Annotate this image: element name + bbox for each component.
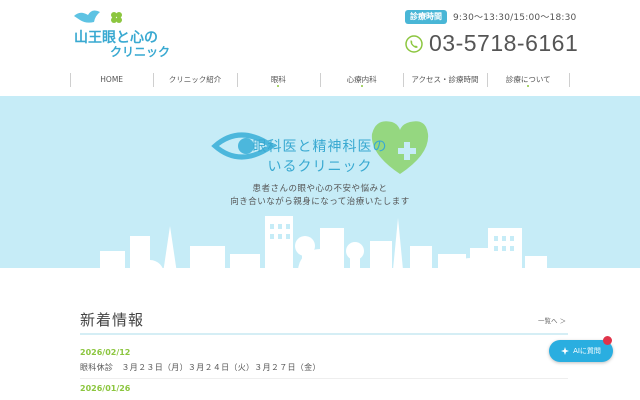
news-heading-rule	[80, 333, 568, 335]
nav-item-about-treatment[interactable]: 診療について	[486, 70, 571, 90]
phone-number: 03-5718-6161	[429, 30, 579, 56]
hero-title-line1: 眼科医と精神科医の	[252, 139, 388, 155]
dropdown-dot-icon	[277, 85, 280, 87]
sparkle-icon	[561, 347, 570, 355]
news-list-link[interactable]: 一覧へ ＞	[538, 315, 566, 325]
nav-item-label: 心療内科	[346, 75, 377, 84]
nav-item-label: HOME	[100, 75, 124, 84]
news-heading: 新着情報	[80, 311, 145, 329]
nav-item-psychosomatic[interactable]: 心療内科	[319, 70, 403, 90]
nav-item-label: 眼科	[270, 75, 286, 84]
consultation-hours: 診療時間 9:30〜13:30/15:00〜18:30	[405, 10, 576, 24]
notification-badge	[603, 336, 612, 345]
news-item-date: 2026/01/26	[80, 384, 131, 393]
phone-icon	[405, 34, 423, 53]
hero-subtitle-line1: 患者さんの眼や心の不安や悩みと	[252, 184, 388, 194]
hero-banner: 眼科医と精神科医の いるクリニック 患者さんの眼や心の不安や悩みと 向き合いなが…	[0, 96, 640, 280]
ai-button-label: AIに質問	[573, 347, 601, 355]
logo-text-line1: 山王眼と心の	[74, 30, 158, 46]
hours-label-badge: 診療時間	[405, 10, 447, 24]
logo-text-line2: クリニック	[110, 45, 170, 59]
logo-mark-icon: 山王眼と心の クリニック	[74, 10, 170, 59]
clinic-logo[interactable]: 山王眼と心の クリニック	[70, 6, 180, 60]
hero-subtitle-line2: 向き合いながら親身になって治療いたします	[230, 197, 410, 207]
news-divider	[80, 378, 568, 379]
nav-item-label: アクセス・診療時間	[411, 75, 479, 84]
nav-item-label: クリニック紹介	[168, 75, 222, 84]
nav-item-home[interactable]: HOME	[70, 70, 153, 90]
nav-item-ophthalmology[interactable]: 眼科	[236, 70, 320, 90]
phone-link[interactable]: 03-5718-6161	[405, 30, 578, 57]
dropdown-dot-icon	[360, 85, 363, 87]
global-nav: HOME クリニック紹介 眼科 心療内科 アクセス・診療時間 診療について	[70, 70, 571, 90]
hours-text: 9:30〜13:30/15:00〜18:30	[453, 13, 577, 24]
news-item-date: 2026/02/12	[80, 348, 131, 357]
nav-item-access-hours[interactable]: アクセス・診療時間	[403, 70, 486, 90]
dropdown-dot-icon	[527, 85, 530, 87]
hero-title-line2: いるクリニック	[267, 159, 373, 175]
news-item-text[interactable]: 眼科休診 ３月２３日（月）３月２４日（火）３月２７日（金）	[80, 362, 321, 373]
nav-item-clinic-intro[interactable]: クリニック紹介	[153, 70, 236, 90]
nav-item-label: 診療について	[505, 75, 551, 84]
cityscape-illustration	[0, 216, 640, 280]
